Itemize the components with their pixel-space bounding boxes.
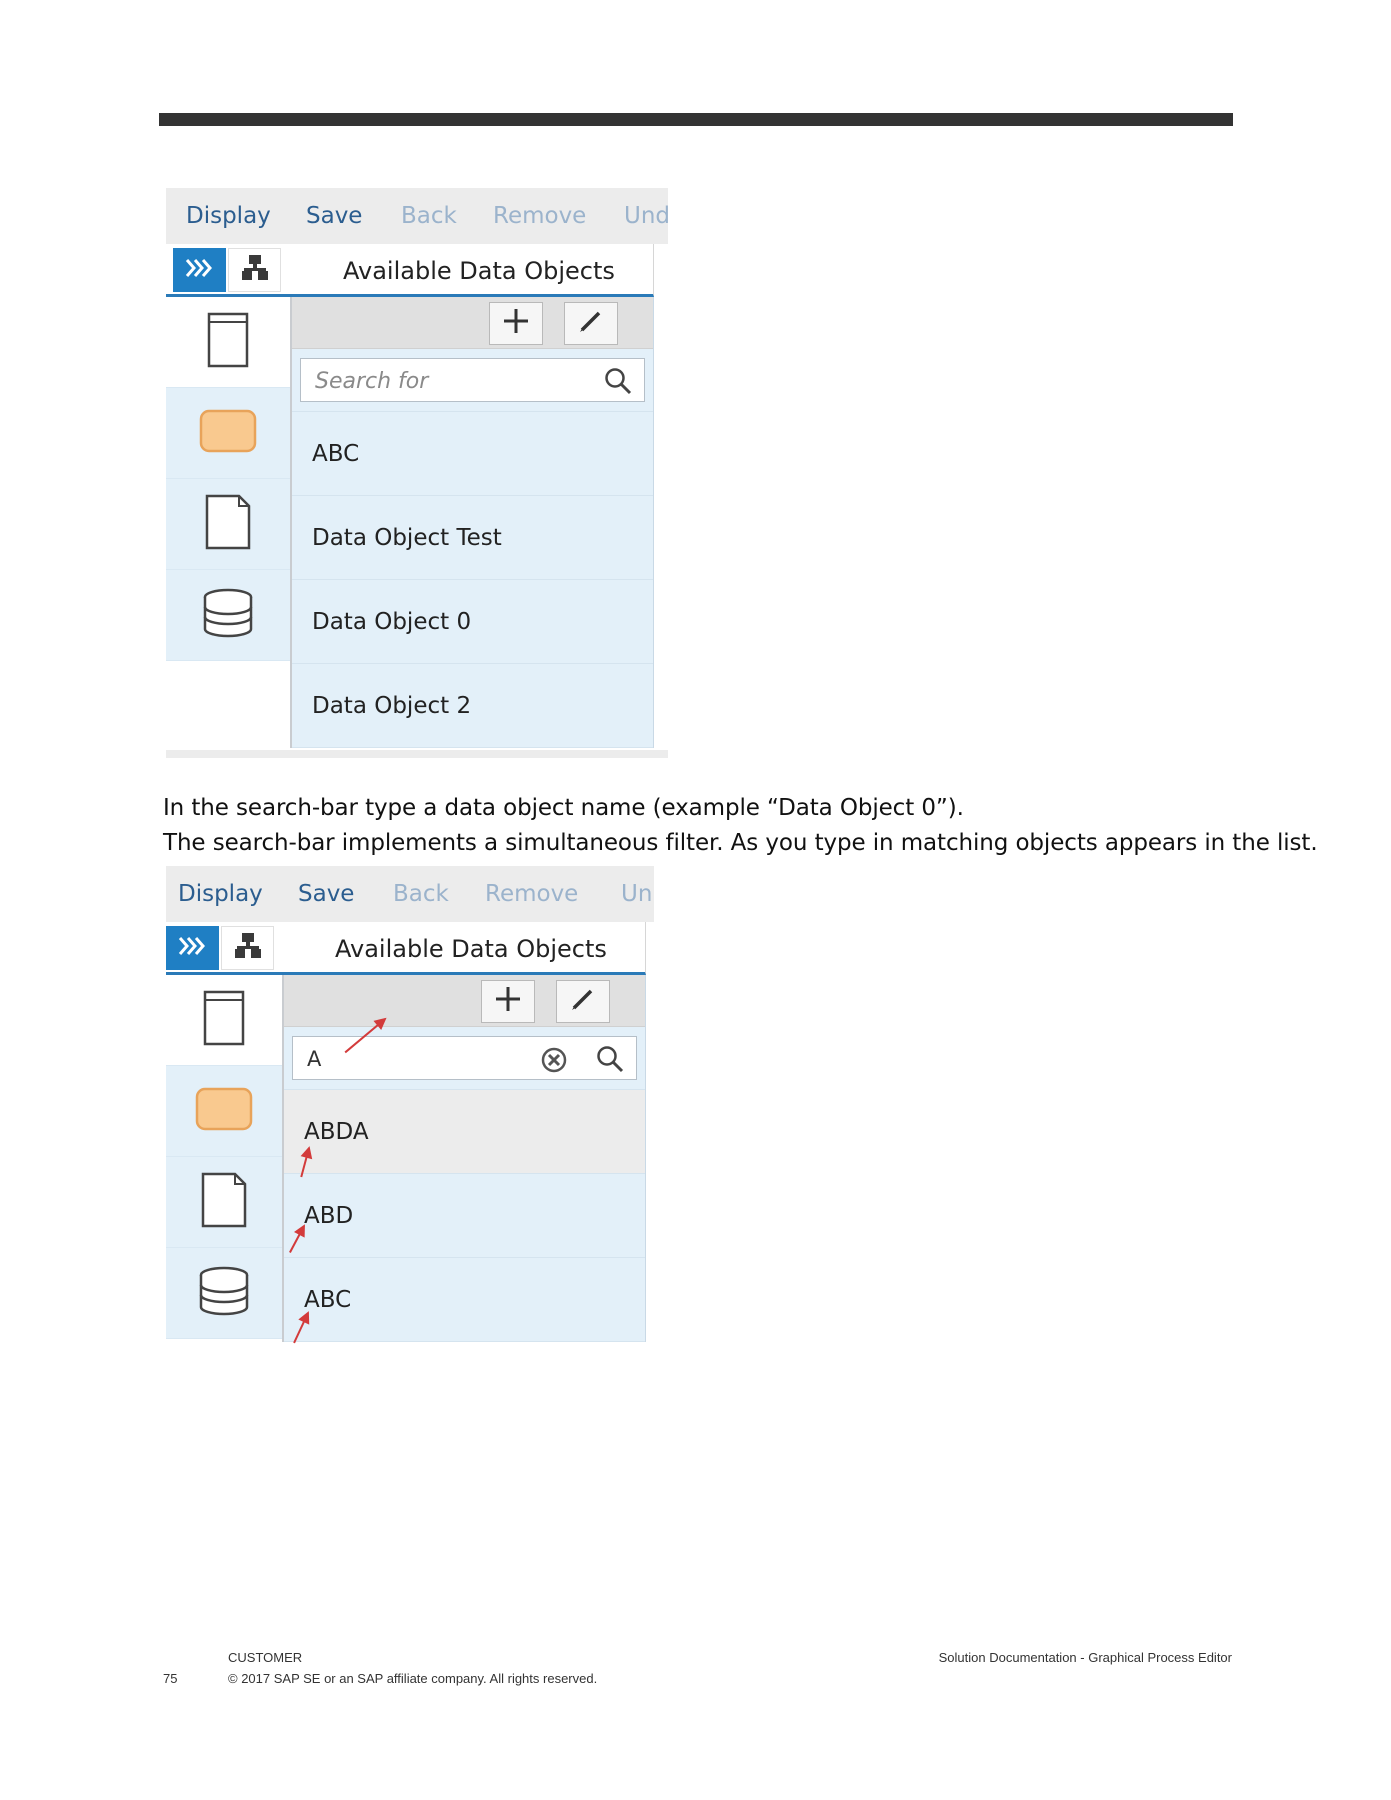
pool-shape-icon — [207, 312, 249, 373]
pencil-icon — [569, 985, 597, 1018]
panel-header: Available Data Objects — [166, 922, 646, 975]
pool-shape-icon — [203, 990, 245, 1051]
classification-label: CUSTOMER — [228, 1650, 303, 1665]
search-input[interactable]: A — [292, 1036, 637, 1080]
edit-button[interactable] — [564, 302, 618, 345]
add-button[interactable] — [481, 980, 535, 1023]
data-object-list-panel: A ABDA ABD ABC — [282, 975, 646, 1342]
list-item[interactable]: Data Object 2 — [292, 664, 653, 748]
menu-back[interactable]: Back — [401, 203, 457, 229]
clear-icon[interactable] — [540, 1046, 568, 1079]
list-item[interactable]: Data Object 0 — [292, 580, 653, 664]
menu-save[interactable]: Save — [306, 203, 362, 229]
hierarchy-icon — [240, 254, 270, 287]
menu-undo[interactable]: Un — [621, 881, 652, 907]
search-icon[interactable] — [604, 367, 632, 400]
menu-undo[interactable]: Und — [624, 203, 668, 229]
shape-palette — [166, 297, 290, 661]
hierarchy-tab-button[interactable] — [228, 248, 281, 292]
database-icon — [202, 587, 254, 644]
task-shape-icon — [195, 1087, 253, 1136]
data-object-list-panel: Search for ABC Data Object Test Data Obj… — [290, 297, 654, 748]
top-rule — [159, 113, 1233, 126]
plus-icon — [494, 985, 522, 1018]
search-input[interactable]: Search for — [300, 358, 645, 402]
pencil-icon — [577, 307, 605, 340]
instruction-line-2: The search-bar implements a simultaneous… — [163, 830, 1318, 856]
plus-icon — [502, 307, 530, 340]
search-icon[interactable] — [596, 1045, 624, 1078]
palette-item-pool[interactable] — [166, 297, 290, 388]
task-shape-icon — [199, 409, 257, 458]
menu-display[interactable]: Display — [178, 881, 263, 907]
palette-item-pool[interactable] — [166, 975, 282, 1066]
expand-tab-button[interactable] — [173, 248, 226, 292]
palette-item-data-object[interactable] — [166, 479, 290, 570]
list-item[interactable]: ABDA — [284, 1090, 645, 1174]
page-number: 75 — [163, 1671, 178, 1686]
palette-item-data-object[interactable] — [166, 1157, 282, 1248]
palette-item-task[interactable] — [166, 1066, 282, 1157]
instruction-line-1: In the search-bar type a data object nam… — [163, 795, 964, 821]
hierarchy-tab-button[interactable] — [221, 926, 274, 970]
palette-item-task[interactable] — [166, 388, 290, 479]
search-bar: A — [284, 1027, 645, 1090]
hierarchy-icon — [233, 932, 263, 965]
palette-item-data-store[interactable] — [166, 1248, 282, 1339]
panel-bottom-edge — [166, 750, 668, 758]
data-object-shape-icon — [205, 494, 251, 555]
panel-title: Available Data Objects — [343, 257, 615, 285]
menu-display[interactable]: Display — [186, 203, 271, 229]
menu-back[interactable]: Back — [393, 881, 449, 907]
menu-bar: Display Save Back Remove Un — [166, 866, 654, 922]
document-title: Solution Documentation - Graphical Proce… — [938, 1650, 1232, 1665]
copyright-notice: © 2017 SAP SE or an SAP affiliate compan… — [228, 1671, 598, 1686]
panel-header: Available Data Objects — [166, 244, 654, 297]
list-toolbar — [292, 297, 653, 349]
expand-tab-button[interactable] — [166, 926, 219, 970]
add-button[interactable] — [489, 302, 543, 345]
list-item[interactable]: ABC — [292, 412, 653, 496]
chevrons-right-icon — [178, 936, 208, 961]
panel-title: Available Data Objects — [335, 935, 607, 963]
list-item[interactable]: Data Object Test — [292, 496, 653, 580]
database-icon — [198, 1265, 250, 1322]
screenshot-filtered-panel: Display Save Back Remove Un Available Da… — [166, 866, 654, 1360]
list-toolbar — [284, 975, 645, 1027]
search-bar: Search for — [292, 349, 653, 412]
search-placeholder: Search for — [315, 369, 429, 394]
menu-bar: Display Save Back Remove Und — [166, 188, 668, 244]
menu-save[interactable]: Save — [298, 881, 354, 907]
chevrons-right-icon — [185, 258, 215, 283]
menu-remove[interactable]: Remove — [485, 881, 578, 907]
edit-button[interactable] — [556, 980, 610, 1023]
menu-remove[interactable]: Remove — [493, 203, 586, 229]
search-value: A — [307, 1047, 322, 1071]
list-item[interactable]: ABD — [284, 1174, 645, 1258]
palette-item-data-store[interactable] — [166, 570, 290, 661]
list-item[interactable]: ABC — [284, 1258, 645, 1342]
data-object-shape-icon — [201, 1172, 247, 1233]
shape-palette — [166, 975, 282, 1339]
screenshot-data-objects-panel: Display Save Back Remove Und Available D… — [166, 188, 668, 758]
